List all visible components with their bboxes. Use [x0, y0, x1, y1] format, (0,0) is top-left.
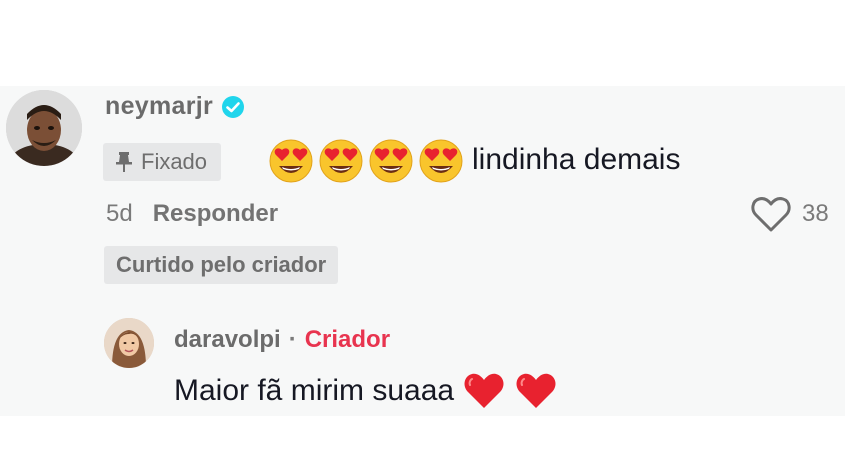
comment-screen: neymarjr Fixado lindinha demais 5d Respo…: [0, 0, 845, 475]
heart-eyes-emoji-icon: [368, 138, 414, 184]
comment-meta: 5d Responder: [106, 200, 278, 228]
like-count: 38: [802, 200, 829, 227]
pin-icon: [115, 151, 133, 173]
liked-by-creator-badge: Curtido pelo criador: [104, 246, 339, 284]
pinned-badge: Fixado: [103, 143, 222, 181]
pinned-label: Fixado: [141, 149, 208, 174]
reply-avatar-photo: [104, 318, 154, 368]
comment-text: lindinha demais: [472, 143, 681, 176]
emoji-group: [268, 138, 464, 184]
heart-outline-icon[interactable]: [750, 194, 792, 234]
reply-button[interactable]: Responder: [153, 200, 278, 228]
heart-eyes-emoji-icon: [418, 138, 464, 184]
verified-badge-icon: [221, 95, 245, 119]
separator-dot: ·: [288, 326, 297, 353]
creator-label: Criador: [304, 326, 391, 353]
comment-author[interactable]: neymarjr: [105, 92, 245, 121]
reply-content: Maior fã mirim suaaa: [174, 370, 558, 412]
username[interactable]: neymarjr: [105, 92, 213, 121]
avatar[interactable]: [6, 90, 82, 166]
heart-eyes-emoji-icon: [318, 138, 364, 184]
heart-eyes-emoji-icon: [268, 138, 314, 184]
reply-text: Maior fã mirim suaaa: [174, 374, 455, 407]
reply-username[interactable]: daravolpi: [174, 326, 281, 354]
red-heart-emoji-icon: [514, 370, 558, 412]
red-heart-emoji-icon: [462, 370, 506, 412]
avatar-photo: [6, 90, 82, 166]
comment-age: 5d: [106, 200, 133, 227]
reply-author: daravolpi · Criador: [174, 326, 390, 354]
like-button[interactable]: 38: [750, 194, 829, 234]
reply-avatar[interactable]: [104, 318, 154, 368]
